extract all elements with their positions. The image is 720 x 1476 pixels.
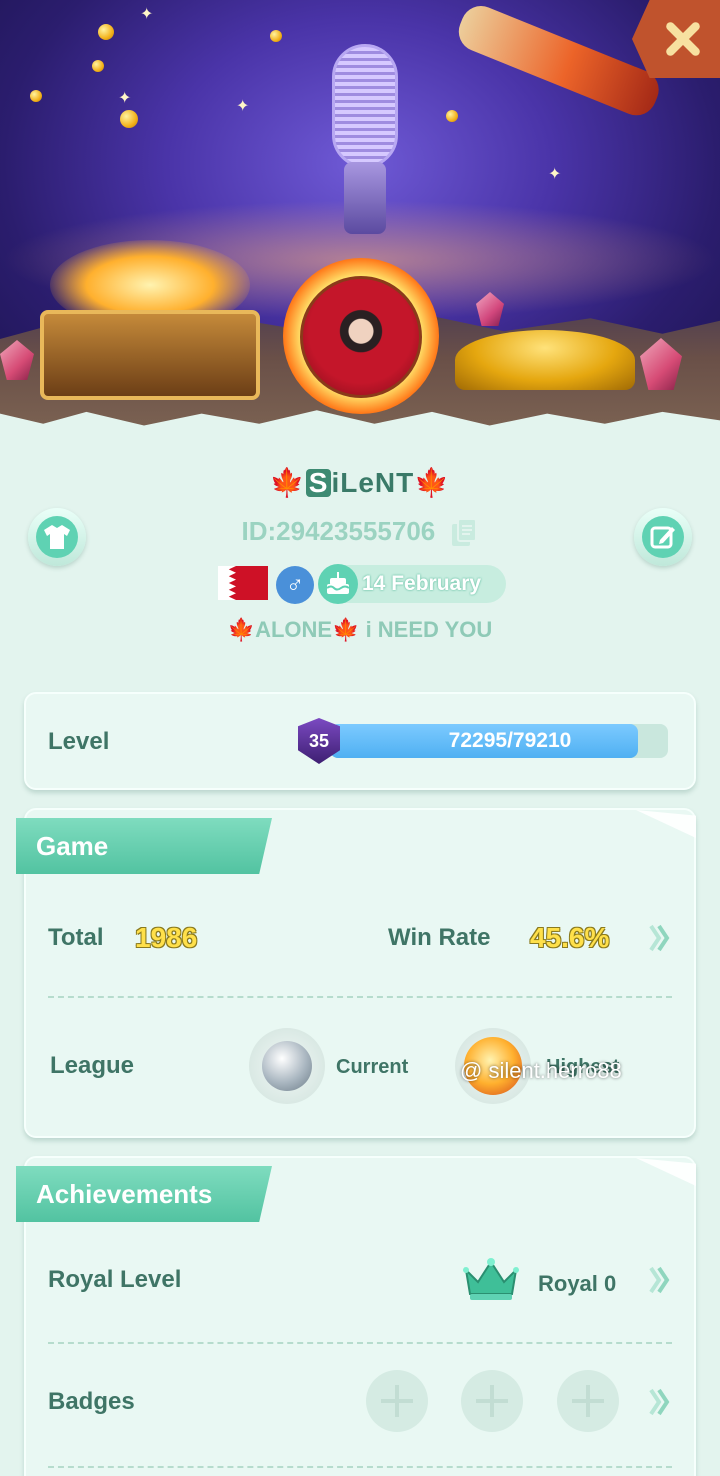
maple-leaf-icon: 🍁 bbox=[269, 467, 306, 498]
level-label: Level bbox=[48, 728, 110, 755]
chevron-right-icon[interactable] bbox=[648, 1264, 672, 1296]
sparkle-icon: ✦ bbox=[548, 166, 562, 183]
name-letter-box: S bbox=[305, 469, 332, 497]
win-rate-value[interactable]: 45.6% bbox=[530, 922, 609, 954]
current-league-label: Current bbox=[336, 1056, 409, 1078]
gender-male-icon: ♂ bbox=[276, 566, 314, 604]
game-section-title: Game bbox=[16, 818, 272, 874]
chevron-right-icon[interactable] bbox=[648, 922, 672, 954]
profile-banner: ✦ ✦ ✦ ✦ bbox=[0, 0, 720, 430]
floating-coin bbox=[92, 60, 104, 72]
current-league-trophy-icon[interactable] bbox=[249, 1028, 325, 1104]
total-label: Total bbox=[48, 924, 104, 951]
player-id-text: ID:29423555706 bbox=[241, 516, 436, 546]
achievements-section-title: Achievements bbox=[16, 1166, 272, 1222]
profile-signature: 🍁ALONE🍁 i NEED YOU bbox=[227, 617, 493, 642]
player-name: 🍁 SiLeNT🍁 bbox=[0, 466, 720, 499]
cake-icon bbox=[318, 564, 358, 604]
plus-icon bbox=[381, 1385, 413, 1417]
win-rate-label[interactable]: Win Rate bbox=[388, 924, 490, 952]
league-label: League bbox=[50, 1052, 135, 1079]
plus-icon bbox=[476, 1385, 508, 1417]
badge-slot[interactable] bbox=[557, 1370, 619, 1432]
sparkle-icon: ✦ bbox=[140, 6, 154, 23]
badges-label: Badges bbox=[48, 1388, 135, 1415]
divider bbox=[48, 996, 672, 998]
avatar[interactable] bbox=[300, 276, 422, 398]
total-value: 1986 bbox=[135, 922, 198, 953]
sparkle-icon: ✦ bbox=[236, 98, 250, 115]
sparkle-icon: ✦ bbox=[118, 90, 132, 107]
level-progress-text: 72295/79210 bbox=[448, 729, 572, 752]
crown-icon bbox=[463, 1258, 519, 1300]
copy-icon[interactable] bbox=[450, 518, 478, 548]
divider bbox=[48, 1466, 672, 1468]
birthday-text: 14 February bbox=[362, 572, 482, 595]
country-flag-icon bbox=[218, 566, 268, 600]
chevron-right-icon[interactable] bbox=[648, 1386, 672, 1418]
badge-slot[interactable] bbox=[366, 1370, 428, 1432]
close-icon bbox=[666, 22, 700, 56]
floating-coin bbox=[98, 24, 114, 40]
close-button[interactable] bbox=[632, 0, 720, 78]
gold-coins-pile bbox=[455, 330, 635, 390]
flaming-sword-decoration bbox=[452, 0, 665, 122]
floating-coin bbox=[30, 90, 42, 102]
floating-coin bbox=[120, 110, 138, 128]
badge-slot[interactable] bbox=[461, 1370, 523, 1432]
treasure-chest bbox=[40, 310, 260, 400]
divider bbox=[48, 1342, 672, 1344]
player-id: ID:29423555706 bbox=[0, 516, 720, 548]
floating-coin bbox=[446, 110, 458, 122]
floating-coin bbox=[270, 30, 282, 42]
microphone-decoration bbox=[326, 44, 404, 234]
name-text: iLeNT bbox=[331, 467, 415, 498]
royal-level-label: Royal Level bbox=[48, 1266, 182, 1293]
birthday-badge: 14 February bbox=[318, 564, 506, 604]
plus-icon bbox=[572, 1385, 604, 1417]
maple-leaf-icon: 🍁 bbox=[414, 467, 451, 498]
watermark: @ silent.herro88 bbox=[460, 1058, 622, 1083]
royal-level-value[interactable]: Royal 0 bbox=[538, 1271, 616, 1297]
